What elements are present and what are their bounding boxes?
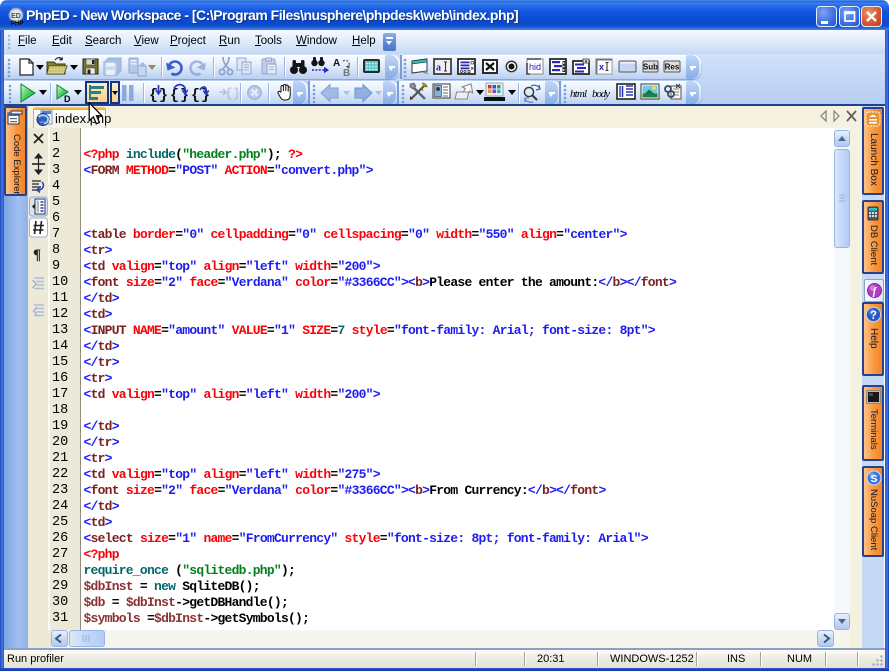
svg-text:x: x — [599, 62, 604, 72]
svg-text:A: A — [333, 58, 340, 69]
svg-text:B: B — [343, 68, 350, 79]
svg-text:S: S — [870, 473, 877, 485]
svg-text:{: { — [149, 87, 158, 104]
svg-text:Res: Res — [665, 63, 680, 72]
svg-text:D: D — [64, 94, 71, 104]
svg-text:a: a — [436, 63, 441, 74]
svg-text:Sub: Sub — [643, 63, 658, 72]
svg-text:?: ? — [870, 310, 877, 322]
svg-text:{: { — [170, 87, 179, 104]
svg-text:hid: hid — [529, 62, 541, 72]
svg-text:}: } — [159, 87, 168, 104]
svg-text:body: body — [592, 88, 610, 100]
svg-text:{}: {} — [225, 86, 241, 101]
svg-text:¶: ¶ — [33, 247, 41, 263]
svg-text:html: html — [570, 88, 587, 100]
svg-text:{: { — [191, 87, 200, 104]
